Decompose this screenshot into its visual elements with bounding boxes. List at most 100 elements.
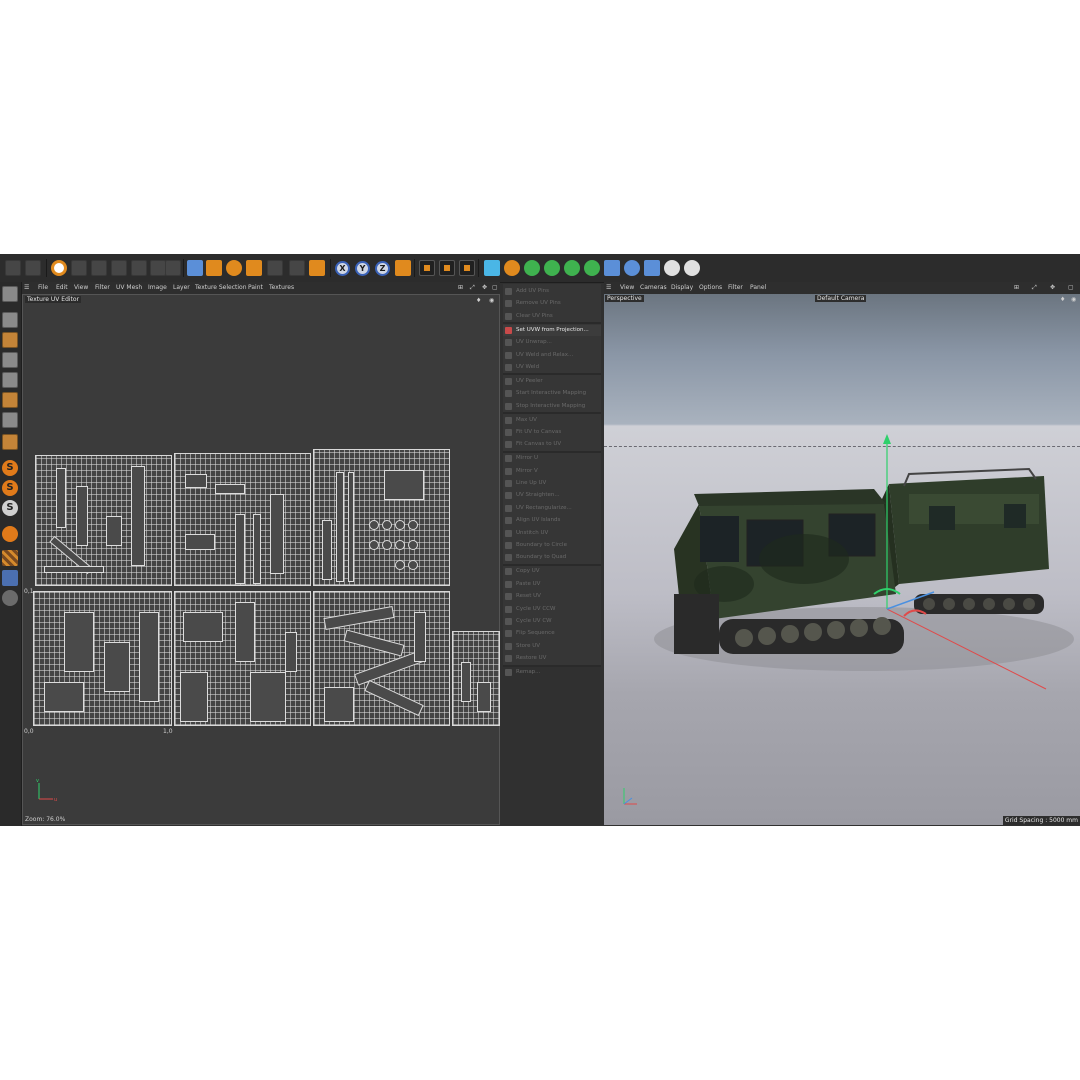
uv-command-item[interactable]: Remap... xyxy=(503,667,601,678)
uv-command-item[interactable]: Clear UV Pins xyxy=(503,311,601,322)
world-coordinates-icon[interactable] xyxy=(395,260,411,276)
make-editable-icon[interactable] xyxy=(2,286,18,302)
edges-mode-icon[interactable] xyxy=(2,372,18,388)
uv-command-item[interactable]: Stop Interactive Mapping xyxy=(503,401,601,412)
z-axis-lock-button[interactable]: Z xyxy=(375,261,390,276)
camera-icon[interactable] xyxy=(664,260,680,276)
planar-workplane-icon[interactable] xyxy=(2,590,18,606)
redo-icon[interactable] xyxy=(25,260,41,276)
rectangle-selection-icon[interactable] xyxy=(91,260,107,276)
menu-paint[interactable]: Paint xyxy=(248,284,263,291)
uv-command-item[interactable]: UV Unwrap... xyxy=(503,337,601,348)
menu-texture-selection[interactable]: Texture Selection xyxy=(195,284,247,291)
uv-command-item[interactable]: Line Up UV xyxy=(503,478,601,489)
uv-command-item[interactable]: Fit Canvas to UV xyxy=(503,439,601,450)
solo-off-icon[interactable]: S xyxy=(2,460,18,476)
texture-mode-icon[interactable] xyxy=(2,332,18,348)
uv-mode-icon[interactable] xyxy=(2,412,18,428)
axis-mode-icon[interactable] xyxy=(2,434,18,450)
uv-command-item[interactable]: UV Peeler xyxy=(503,376,601,387)
polygon-selection-icon[interactable] xyxy=(131,260,147,276)
uv-command-item[interactable]: Start Interactive Mapping xyxy=(503,388,601,399)
move-panel-icon[interactable]: ✥ xyxy=(1050,284,1055,291)
lock-panel-icon[interactable]: ⊞ xyxy=(1014,284,1019,291)
menu-textures[interactable]: Textures xyxy=(269,284,294,291)
uv-command-item[interactable]: Cycle UV CCW xyxy=(503,604,601,615)
maximize-panel-icon[interactable]: ⤢ xyxy=(470,284,475,292)
snap-magnet-icon[interactable] xyxy=(2,526,18,542)
mograph-cloner-icon[interactable] xyxy=(564,260,580,276)
snap-settings-icon[interactable] xyxy=(150,260,166,276)
menu-uv-mesh[interactable]: UV Mesh xyxy=(116,284,142,291)
coordinate-system-icon[interactable] xyxy=(289,260,305,276)
maximize-panel-icon[interactable]: ⤢ xyxy=(1032,284,1037,292)
x-axis-lock-button[interactable]: X xyxy=(335,261,350,276)
uv-command-item[interactable]: Flip Sequence xyxy=(503,628,601,639)
workplane-grid-icon[interactable] xyxy=(2,550,18,566)
floor-icon[interactable] xyxy=(644,260,660,276)
move-tool-icon[interactable] xyxy=(187,260,203,276)
hamburger-menu-icon[interactable]: ☰ xyxy=(606,284,611,291)
subdivision-generator-icon[interactable] xyxy=(524,260,540,276)
pen-spline-icon[interactable] xyxy=(504,260,520,276)
uv-command-item[interactable]: Cycle UV CW xyxy=(503,616,601,627)
uv-command-item[interactable]: Boundary to Circle xyxy=(503,540,601,551)
menu-options[interactable]: Options xyxy=(699,284,722,291)
render-settings-icon[interactable] xyxy=(459,260,475,276)
selection-tool-icon[interactable] xyxy=(51,260,67,276)
menu-filter[interactable]: Filter xyxy=(728,284,743,291)
move-panel-icon[interactable]: ✥ xyxy=(482,284,487,291)
panel-options-icon[interactable]: ◉ xyxy=(489,297,494,304)
uv-command-item[interactable]: Max UV xyxy=(503,415,601,426)
scale-tool-icon[interactable] xyxy=(206,260,222,276)
y-axis-lock-button[interactable]: Y xyxy=(355,261,370,276)
lasso-selection-icon[interactable] xyxy=(111,260,127,276)
menu-layer[interactable]: Layer xyxy=(173,284,190,291)
lock-panel-icon[interactable]: ⊞ xyxy=(458,284,463,291)
polygons-mode-icon[interactable] xyxy=(2,392,18,408)
uv-command-item[interactable]: UV Weld xyxy=(503,362,601,373)
uv-command-item[interactable]: UV Weld and Relax... xyxy=(503,350,601,361)
uv-command-item[interactable]: UV Straighten... xyxy=(503,490,601,501)
menu-edit[interactable]: Edit xyxy=(56,284,68,291)
uv-canvas[interactable]: Texture UV Editor ♦ ◉ 0,1 0,0 1,0 v u Zo… xyxy=(22,294,500,825)
uv-command-item[interactable]: Remove UV Pins xyxy=(503,298,601,309)
live-selection-icon[interactable] xyxy=(71,260,87,276)
uv-command-item[interactable]: Add UV Pins xyxy=(503,286,601,297)
uv-command-item[interactable]: Restore UV xyxy=(503,653,601,664)
menu-filter[interactable]: Filter xyxy=(95,284,110,291)
solo-hierarchy-icon[interactable]: S xyxy=(2,500,18,516)
undo-icon[interactable] xyxy=(5,260,21,276)
workplane-icon[interactable] xyxy=(165,260,181,276)
panel-layout-icon[interactable]: ▢ xyxy=(492,284,498,291)
render-view-icon[interactable] xyxy=(419,260,435,276)
transform-tool-icon[interactable] xyxy=(267,260,283,276)
magnet-tool-icon[interactable] xyxy=(246,260,262,276)
field-icon[interactable] xyxy=(604,260,620,276)
uv-command-item[interactable]: Fit UV to Canvas xyxy=(503,427,601,438)
points-mode-icon[interactable] xyxy=(2,352,18,368)
uv-command-item[interactable]: Unstitch UV xyxy=(503,528,601,539)
perspective-viewport[interactable]: Perspective Default Camera ♦ ◉ Grid Spac… xyxy=(604,294,1080,825)
solo-single-icon[interactable]: S xyxy=(2,480,18,496)
menu-panel[interactable]: Panel xyxy=(750,284,766,291)
light-icon[interactable] xyxy=(684,260,700,276)
uv-command-item[interactable]: Paste UV xyxy=(503,579,601,590)
hamburger-menu-icon[interactable]: ☰ xyxy=(24,284,29,291)
microphone-icon[interactable]: ♦ xyxy=(476,297,481,304)
panel-layout-icon[interactable]: ▢ xyxy=(1068,284,1074,291)
array-generator-icon[interactable] xyxy=(544,260,560,276)
deformer-icon[interactable] xyxy=(584,260,600,276)
uv-command-item[interactable]: Store UV xyxy=(503,641,601,652)
uv-command-item[interactable]: Mirror U xyxy=(503,453,601,464)
uv-command-item[interactable]: UV Rectangularize... xyxy=(503,503,601,514)
uv-command-item[interactable]: Reset UV xyxy=(503,591,601,602)
locked-workplane-icon[interactable] xyxy=(2,570,18,586)
create-tool-icon[interactable] xyxy=(309,260,325,276)
cube-primitive-icon[interactable] xyxy=(484,260,500,276)
rotate-tool-icon[interactable] xyxy=(226,260,242,276)
uv-command-item[interactable]: Boundary to Quad xyxy=(503,552,601,563)
model-mode-icon[interactable] xyxy=(2,312,18,328)
menu-display[interactable]: Display xyxy=(671,284,693,291)
uv-command-item[interactable]: Align UV Islands xyxy=(503,515,601,526)
